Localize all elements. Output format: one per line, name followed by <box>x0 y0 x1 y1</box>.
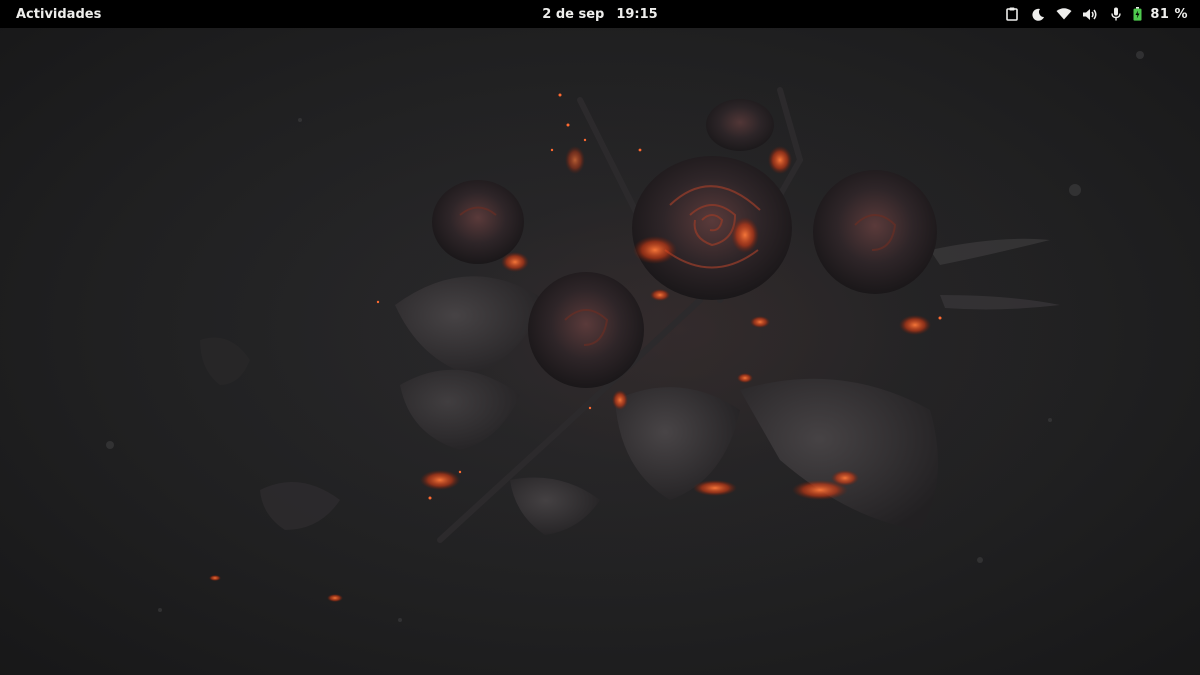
date-time-menu[interactable]: 2 de sep 19:15 <box>520 0 680 28</box>
battery-icon <box>1129 0 1145 28</box>
microphone-icon[interactable] <box>1103 0 1129 28</box>
desktop-wallpaper <box>0 0 1200 675</box>
date-label: 2 de sep <box>542 6 605 22</box>
battery-percentage: 81 % <box>1150 6 1188 22</box>
status-area: 81 % <box>999 0 1200 28</box>
night-light-icon[interactable] <box>1025 0 1051 28</box>
system-menu-button[interactable]: 81 % <box>1129 0 1188 28</box>
volume-icon[interactable] <box>1077 0 1103 28</box>
activities-label: Actividades <box>16 6 102 22</box>
burning-roses-illustration <box>106 51 1144 622</box>
activities-button[interactable]: Actividades <box>0 0 117 28</box>
time-label: 19:15 <box>616 6 658 22</box>
desktop-screen: Actividades 2 de sep 19:15 81 % <box>0 0 1200 675</box>
clipboard-icon[interactable] <box>999 0 1025 28</box>
wifi-icon[interactable] <box>1051 0 1077 28</box>
top-bar: Actividades 2 de sep 19:15 81 % <box>0 0 1200 28</box>
